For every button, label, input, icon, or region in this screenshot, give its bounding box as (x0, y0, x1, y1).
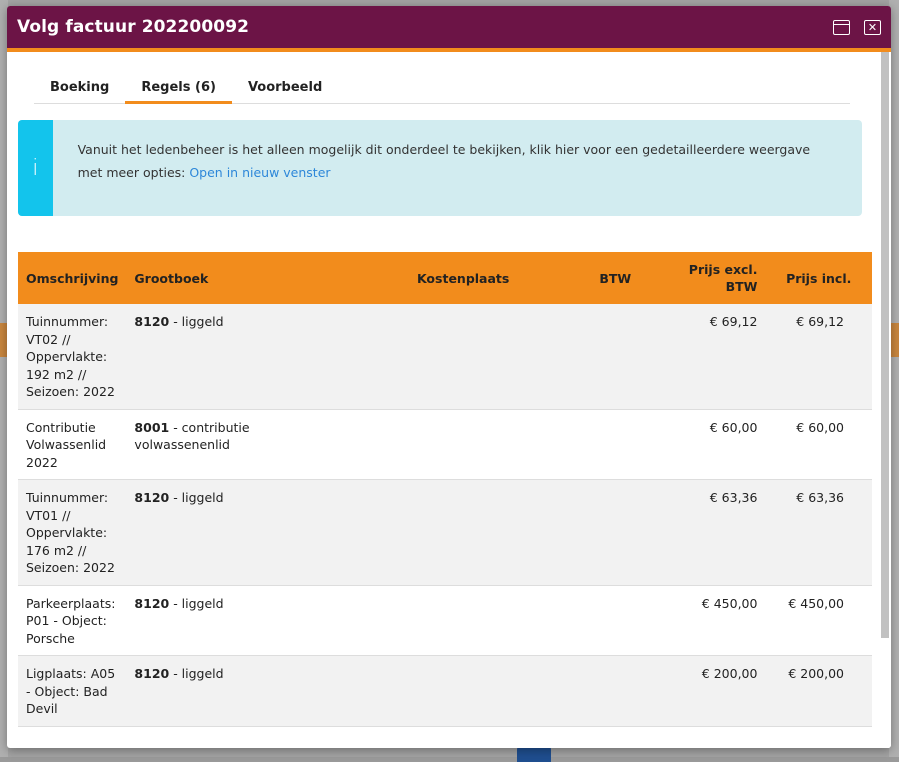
cell-omschrijving: Contributie Volwassenlid 2022 (18, 409, 127, 480)
cell-kostenplaats (351, 655, 576, 727)
header-omschrijving[interactable]: Omschrijving (18, 252, 127, 304)
tab-bar: Boeking Regels (6) Voorbeeld (34, 66, 850, 104)
info-icon-glyph: i (32, 155, 39, 181)
tab-voorbeeld[interactable]: Voorbeeld (232, 66, 338, 103)
tab-boeking[interactable]: Boeking (34, 66, 125, 103)
invoice-modal: Volg factuur 202200092 ✕ Boeking Regels (… (7, 6, 891, 748)
alert-message: Vanuit het ledenbeheer is het alleen mog… (53, 120, 862, 216)
table-row[interactable]: Tuinnummer: VT01 // Oppervlakte: 176 m2 … (18, 479, 872, 586)
cell-grootboek: 8120 - liggeld (126, 655, 352, 727)
cell-omschrijving: Tuinnummer: VT01 // Oppervlakte: 176 m2 … (18, 479, 127, 586)
maximize-icon[interactable] (833, 19, 850, 35)
table-row[interactable]: Parkeerplaats: P01 - Object: Porsche 8120… (18, 585, 872, 656)
table-row[interactable]: Tuinnummer: VT02 // Oppervlakte: 192 m2 … (18, 304, 872, 410)
table-row[interactable]: Ligplaats: A05 - Object: Bad Devil 8120 -… (18, 655, 872, 727)
header-kostenplaats[interactable]: Kostenplaats (351, 252, 576, 304)
cell-btw (575, 304, 656, 410)
cell-prijs-incl: € 200,00 (765, 655, 872, 727)
alert-text: Vanuit het ledenbeheer is het alleen mog… (77, 142, 811, 180)
info-icon: i (18, 120, 53, 216)
cell-grootboek: 8120 - liggeld (126, 585, 352, 656)
cell-grootboek: 8001 - contributie volwassenenlid (126, 409, 352, 480)
cell-omschrijving: Parkeerplaats: P01 - Object: Porsche (18, 585, 127, 656)
cell-kostenplaats (351, 585, 576, 656)
header-prijs-excl[interactable]: Prijs excl. BTW (655, 252, 766, 304)
cell-prijs-incl: € 69,12 (765, 304, 872, 410)
cell-btw (575, 409, 656, 480)
cell-prijs-excl: € 69,12 (655, 304, 766, 410)
close-icon[interactable]: ✕ (864, 19, 881, 35)
grootboek-name: - liggeld (169, 314, 224, 329)
cell-prijs-excl: € 60,00 (655, 409, 766, 480)
cell-kostenplaats (351, 304, 576, 410)
cell-prijs-excl: € 450,00 (655, 585, 766, 656)
modal-header: Volg factuur 202200092 ✕ (7, 6, 891, 52)
grootboek-code: 8120 (134, 666, 170, 681)
tab-regels-6[interactable]: Regels (6) (125, 66, 232, 104)
open-new-window-link[interactable]: Open in nieuw venster (189, 165, 330, 180)
grootboek-code: 8001 (134, 419, 170, 435)
grootboek-name: - liggeld (169, 666, 224, 681)
cell-btw (575, 479, 656, 586)
header-prijs-incl[interactable]: Prijs incl. (765, 252, 872, 304)
cell-grootboek: 8120 - liggeld (126, 304, 352, 410)
cell-btw (575, 585, 656, 656)
table-row[interactable]: Contributie Volwassenlid 2022 8001 - cont… (18, 409, 872, 480)
cell-btw (575, 655, 656, 727)
modal-body: Boeking Regels (6) Voorbeeld i Vanuit het … (7, 52, 881, 748)
header-btw[interactable]: BTW (575, 252, 656, 304)
cell-prijs-incl: € 450,00 (765, 585, 872, 656)
header-actions: ✕ (833, 19, 881, 35)
grootboek-code: 8120 (134, 595, 170, 611)
grootboek-code: 8120 (134, 490, 170, 505)
cell-omschrijving: Tuinnummer: VT02 // Oppervlakte: 192 m2 … (18, 304, 127, 410)
cell-prijs-excl: € 63,36 (655, 479, 766, 586)
invoice-lines-table: Omschrijving Grootboek Kostenplaats BTW … (18, 252, 872, 727)
cell-grootboek: 8120 - liggeld (126, 479, 352, 586)
cell-kostenplaats (351, 409, 576, 480)
modal-title: Volg factuur 202200092 (17, 17, 250, 37)
cell-omschrijving: Ligplaats: A05 - Object: Bad Devil (18, 655, 127, 727)
cell-prijs-incl: € 63,36 (765, 479, 872, 586)
info-alert: i Vanuit het ledenbeheer is het alleen m… (18, 120, 862, 216)
grootboek-code: 8120 (134, 314, 170, 329)
cell-prijs-incl: € 60,00 (765, 409, 872, 480)
scrollbar-thumb[interactable] (881, 52, 889, 638)
cell-prijs-excl: € 200,00 (655, 655, 766, 727)
grootboek-name: - liggeld (169, 490, 224, 505)
cell-kostenplaats (351, 479, 576, 586)
table-header-row: Omschrijving Grootboek Kostenplaats BTW … (18, 252, 872, 304)
grootboek-name: - liggeld (169, 595, 224, 611)
header-grootboek[interactable]: Grootboek (126, 252, 352, 304)
